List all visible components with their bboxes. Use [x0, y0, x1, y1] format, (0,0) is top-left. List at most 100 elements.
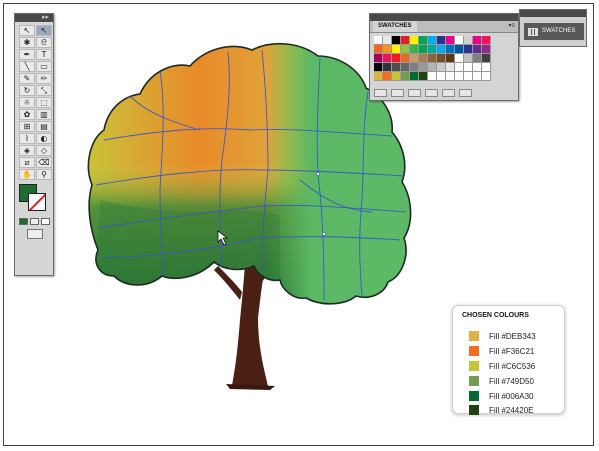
- swatch[interactable]: [464, 72, 473, 81]
- swatch[interactable]: [410, 63, 419, 72]
- swatches-panel-topbar[interactable]: [370, 14, 518, 21]
- free-transform-tool-icon[interactable]: ⬚: [36, 97, 52, 108]
- symbol-sprayer-tool-icon[interactable]: ✿: [19, 109, 35, 120]
- swatch[interactable]: [401, 45, 410, 54]
- swatch[interactable]: [446, 45, 455, 54]
- swatch[interactable]: [455, 63, 464, 72]
- blend-tool-icon[interactable]: ◐: [36, 133, 52, 144]
- show-swatch-kinds-icon[interactable]: [391, 89, 404, 97]
- swatch[interactable]: [482, 36, 491, 45]
- swatch[interactable]: [437, 36, 446, 45]
- swatch[interactable]: [437, 72, 446, 81]
- gradient-mode-button[interactable]: [30, 218, 39, 225]
- live-paint-bucket-tool-icon[interactable]: ◈: [19, 145, 35, 156]
- swatch[interactable]: [473, 72, 482, 81]
- swatch[interactable]: [464, 54, 473, 63]
- type-tool-icon[interactable]: T: [36, 49, 52, 60]
- hand-tool-icon[interactable]: ✋: [19, 169, 35, 180]
- pencil-tool-icon[interactable]: ✏: [36, 73, 52, 84]
- new-swatch-icon[interactable]: [442, 89, 455, 97]
- pen-tool-icon[interactable]: ✒: [19, 49, 35, 60]
- swatch[interactable]: [473, 36, 482, 45]
- swatch[interactable]: [392, 36, 401, 45]
- magic-wand-tool-icon[interactable]: ✱: [19, 37, 35, 48]
- tools-panel[interactable]: ▸▸ ↖ ↖ ✱ ᘓ ✒ T ╲ ▭ ✎ ✏ ↻ ⤡ ☼ ⬚ ✿ ▥ ⊞ ▤ ⌇ ◐ ◈ ◇ ⧄ ⌫ ✋ ⚲: [14, 13, 54, 276]
- swatch[interactable]: [419, 72, 428, 81]
- stroke-swatch-none[interactable]: [28, 193, 46, 211]
- zoom-tool-icon[interactable]: ⚲: [36, 169, 52, 180]
- swatch[interactable]: [392, 54, 401, 63]
- panel-menu-icon[interactable]: ▾≡: [508, 22, 515, 29]
- screen-mode-button[interactable]: [27, 229, 43, 239]
- mesh-tool-icon[interactable]: ⊞: [19, 121, 35, 132]
- collapse-icon[interactable]: ▸▸: [42, 14, 49, 22]
- none-mode-button[interactable]: [41, 218, 50, 225]
- swatch[interactable]: [482, 45, 491, 54]
- swatches-dock-button[interactable]: SWATCHES: [524, 23, 584, 40]
- swatch[interactable]: [428, 45, 437, 54]
- swatch[interactable]: [455, 36, 464, 45]
- warp-tool-icon[interactable]: ☼: [19, 97, 35, 108]
- delete-swatch-icon[interactable]: [459, 89, 472, 97]
- swatch[interactable]: [383, 72, 392, 81]
- swatch[interactable]: [410, 72, 419, 81]
- line-segment-tool-icon[interactable]: ╲: [19, 61, 35, 72]
- swatch-options-icon[interactable]: [408, 89, 421, 97]
- swatch[interactable]: [374, 45, 383, 54]
- swatch[interactable]: [482, 72, 491, 81]
- swatch[interactable]: [446, 54, 455, 63]
- swatch[interactable]: [473, 45, 482, 54]
- paintbrush-tool-icon[interactable]: ✎: [19, 73, 35, 84]
- new-color-group-icon[interactable]: [425, 89, 438, 97]
- live-paint-selection-tool-icon[interactable]: ◇: [36, 145, 52, 156]
- swatch[interactable]: [401, 36, 410, 45]
- swatch[interactable]: [401, 72, 410, 81]
- swatch[interactable]: [410, 45, 419, 54]
- slice-tool-icon[interactable]: ⧄: [19, 157, 35, 168]
- swatch[interactable]: [419, 36, 428, 45]
- swatch[interactable]: [446, 72, 455, 81]
- swatch[interactable]: [464, 36, 473, 45]
- swatch[interactable]: [437, 45, 446, 54]
- eraser-tool-icon[interactable]: ⌫: [36, 157, 52, 168]
- swatch[interactable]: [446, 36, 455, 45]
- swatch[interactable]: [473, 63, 482, 72]
- swatch[interactable]: [446, 63, 455, 72]
- swatch[interactable]: [410, 54, 419, 63]
- swatch[interactable]: [455, 54, 464, 63]
- fill-stroke-widget[interactable]: [19, 184, 53, 214]
- swatch-libraries-menu-icon[interactable]: [374, 89, 387, 97]
- direct-selection-tool-icon[interactable]: ↖: [36, 25, 52, 36]
- scale-tool-icon[interactable]: ⤡: [36, 85, 52, 96]
- swatch[interactable]: [473, 54, 482, 63]
- dock-topbar[interactable]: [520, 10, 586, 17]
- swatch[interactable]: [419, 63, 428, 72]
- swatch[interactable]: [437, 63, 446, 72]
- color-mode-button[interactable]: [19, 218, 28, 225]
- swatch[interactable]: [419, 54, 428, 63]
- swatch[interactable]: [419, 45, 428, 54]
- eyedropper-tool-icon[interactable]: ⌇: [19, 133, 35, 144]
- swatch[interactable]: [428, 72, 437, 81]
- swatch[interactable]: [374, 36, 383, 45]
- swatch[interactable]: [428, 36, 437, 45]
- swatch[interactable]: [410, 36, 419, 45]
- gradient-tool-icon[interactable]: ▤: [36, 121, 52, 132]
- swatch[interactable]: [428, 54, 437, 63]
- swatch[interactable]: [383, 45, 392, 54]
- swatch[interactable]: [392, 72, 401, 81]
- tools-panel-titlebar[interactable]: ▸▸: [15, 14, 53, 22]
- swatch[interactable]: [437, 54, 446, 63]
- swatches-panel[interactable]: SWATCHES ▾≡: [369, 13, 519, 101]
- swatch[interactable]: [374, 63, 383, 72]
- swatch[interactable]: [464, 45, 473, 54]
- swatch[interactable]: [383, 63, 392, 72]
- swatch[interactable]: [482, 54, 491, 63]
- column-graph-tool-icon[interactable]: ▥: [36, 109, 52, 120]
- swatch[interactable]: [383, 36, 392, 45]
- swatch[interactable]: [374, 72, 383, 81]
- rectangle-tool-icon[interactable]: ▭: [36, 61, 52, 72]
- swatch[interactable]: [455, 45, 464, 54]
- swatch[interactable]: [401, 54, 410, 63]
- swatch[interactable]: [383, 54, 392, 63]
